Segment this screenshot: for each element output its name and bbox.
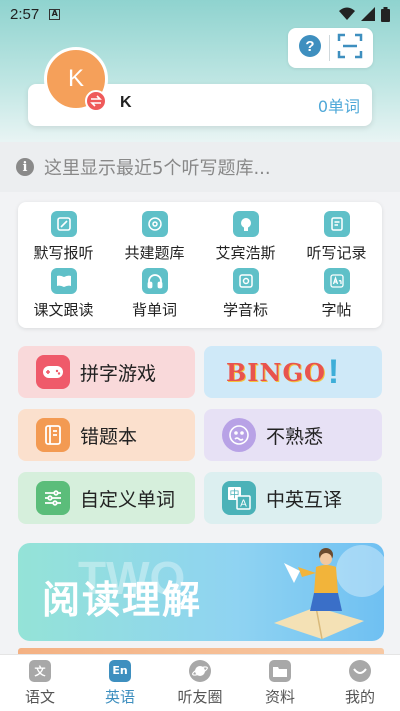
scan-icon[interactable] — [337, 33, 363, 63]
reading-banner[interactable]: TWO 阅读理解 — [18, 543, 384, 641]
bingo-button[interactable]: BINGO ! — [204, 346, 382, 398]
button-label: 错题本 — [80, 425, 138, 448]
tab-english[interactable]: En 英语 — [80, 655, 160, 711]
profile-icon — [349, 659, 371, 682]
button-label: 自定义单词 — [80, 488, 176, 511]
gamepad-icon — [36, 355, 70, 389]
tab-label: 我的 — [344, 687, 375, 706]
tab-materials[interactable]: 资料 — [240, 655, 320, 711]
divider — [328, 35, 330, 61]
headphones-icon — [141, 267, 168, 294]
bottom-tab-bar: 文 语文 En 英语 听友圈 资料 我的 — [0, 654, 400, 711]
battery-icon — [381, 6, 390, 22]
button-label: 不熟悉 — [266, 425, 324, 448]
user-name: K — [120, 94, 132, 111]
tab-mine[interactable]: 我的 — [320, 655, 400, 711]
tool-cobuild[interactable]: 共建题库 — [109, 208, 200, 265]
tool-copybook[interactable]: 字帖 — [291, 265, 382, 322]
tool-grid: 默写报听 共建题库 艾宾浩斯 听写记录 课文跟读 背单词 学音标 字帖 — [18, 202, 382, 328]
help-icon[interactable]: ? — [298, 34, 322, 62]
tab-label: 资料 — [264, 687, 295, 706]
svg-text:A: A — [240, 499, 247, 510]
tab-community[interactable]: 听友圈 — [160, 655, 240, 711]
folder-icon — [269, 659, 291, 682]
bingo-logo: BINGO — [226, 357, 326, 387]
tab-label: 语文 — [24, 687, 55, 706]
wrong-book-button[interactable]: 错题本 — [18, 409, 195, 461]
status-icons — [339, 6, 390, 22]
top-actions: ? — [288, 28, 373, 68]
tool-ebbinghaus[interactable]: 艾宾浩斯 — [200, 208, 291, 265]
tab-chinese[interactable]: 文 语文 — [0, 655, 80, 711]
tool-label: 课文跟读 — [33, 300, 94, 319]
pencil-icon — [50, 210, 77, 237]
button-label: 中英互译 — [266, 488, 343, 511]
reader-illustration — [274, 545, 384, 640]
status-time: 2:57 — [10, 5, 40, 23]
tool-label: 背单词 — [131, 300, 177, 319]
bingo-exclaim: ! — [327, 352, 340, 391]
translate-button[interactable]: 中 A 中英互译 — [204, 472, 382, 524]
tool-label: 字帖 — [321, 300, 352, 319]
tool-label: 学音标 — [222, 300, 268, 319]
tab-label: 听友圈 — [177, 687, 223, 706]
document-icon — [323, 210, 350, 237]
tab-label: 英语 — [104, 687, 135, 706]
tool-memorize-words[interactable]: 背单词 — [109, 265, 200, 322]
phonetic-icon — [232, 267, 259, 294]
tool-label: 听写记录 — [306, 243, 367, 262]
tool-label: 共建题库 — [124, 243, 185, 262]
confused-face-icon — [222, 418, 256, 452]
custom-words-button[interactable]: 自定义单词 — [18, 472, 195, 524]
unfamiliar-button[interactable]: 不熟悉 — [204, 409, 382, 461]
info-icon: i — [16, 158, 34, 176]
tool-records[interactable]: 听写记录 — [291, 208, 382, 265]
sliders-icon — [36, 481, 70, 515]
switch-icon[interactable] — [85, 90, 107, 112]
share-icon — [141, 210, 168, 237]
chinese-book-icon: 文 — [29, 659, 51, 682]
tool-read-along[interactable]: 课文跟读 — [18, 265, 109, 322]
tool-phonetics[interactable]: 学音标 — [200, 265, 291, 322]
english-book-icon: En — [109, 659, 131, 682]
status-bar: 2:57 A — [0, 0, 400, 28]
svg-text:?: ? — [305, 38, 314, 55]
spelling-game-button[interactable]: 拼字游戏 — [18, 346, 195, 398]
recent-banks-notice: i 这里显示最近5个听写题库... — [0, 142, 400, 192]
aa-icon — [323, 267, 350, 294]
translate-icon: 中 A — [222, 481, 256, 515]
notification-badge: A — [49, 8, 61, 20]
brain-icon — [232, 210, 259, 237]
tool-label: 艾宾浩斯 — [215, 243, 276, 262]
notebook-icon — [36, 418, 70, 452]
notice-text: 这里显示最近5个听写题库... — [44, 158, 271, 179]
banner-title: 阅读理解 — [42, 578, 203, 622]
tool-dictation[interactable]: 默写报听 — [18, 208, 109, 265]
tool-label: 默写报听 — [33, 243, 94, 262]
word-count[interactable]: 0单词 — [318, 93, 360, 117]
signal-icon — [361, 7, 375, 21]
wifi-icon — [339, 7, 355, 20]
button-label: 拼字游戏 — [80, 362, 157, 385]
planet-icon — [189, 659, 211, 682]
book-icon — [50, 267, 77, 294]
